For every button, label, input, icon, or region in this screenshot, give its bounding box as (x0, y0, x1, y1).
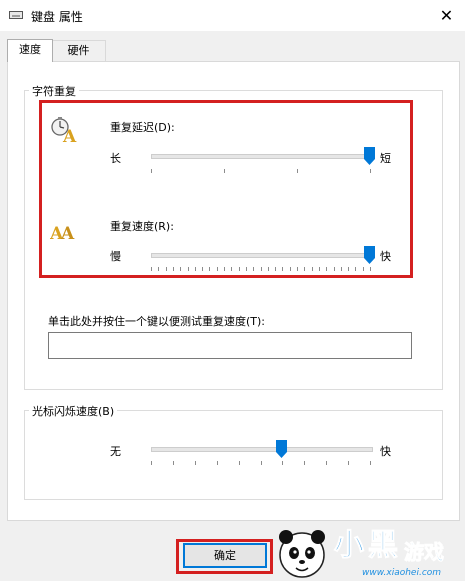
repeat-rate-track (151, 253, 373, 258)
slider-tick (319, 267, 320, 271)
slider-tick (334, 267, 335, 271)
slider-tick (231, 267, 232, 271)
slider-tick (282, 267, 283, 271)
panda-mascot-icon (279, 530, 325, 578)
window-title: 键盘 属性 (31, 10, 83, 24)
slider-tick (268, 267, 269, 271)
repeat-delay-slider[interactable] (363, 147, 375, 165)
slider-tick (202, 267, 203, 271)
slider-tick (195, 267, 196, 271)
repeat-delay-track (151, 154, 373, 159)
title-bar: 键盘 属性 ✕ (0, 0, 465, 31)
char-repeat-group-label: 字符重复 (29, 83, 79, 99)
slider-tick (341, 267, 342, 271)
repeat-delay-icon: A (51, 117, 77, 144)
repeat-delay-min-label: 长 (110, 152, 121, 165)
slider-tick (304, 267, 305, 271)
svg-text:游戏: 游戏 (404, 540, 444, 564)
slider-tick (370, 267, 371, 271)
repeat-delay-max-label: 短 (380, 152, 391, 165)
close-icon: ✕ (439, 6, 454, 25)
slider-tick (297, 267, 298, 271)
slider-tick (348, 267, 349, 271)
site-watermark-logo: 小 黑 游戏 www.xiaohei.com (279, 528, 444, 578)
keyboard-icon (9, 11, 23, 19)
slider-tick (173, 461, 174, 465)
slider-tick (370, 169, 371, 173)
slider-tick (326, 461, 327, 465)
repeat-delay-label: 重复延迟(D): (110, 121, 175, 134)
repeat-rate-ticks (151, 267, 371, 272)
slider-tick (297, 169, 298, 173)
cursor-blink-min-label: 无 (110, 445, 121, 458)
svg-text:黑: 黑 (368, 528, 398, 563)
slider-tick (275, 267, 276, 271)
repeat-rate-slider[interactable] (363, 246, 375, 264)
slider-tick (246, 267, 247, 271)
slider-tick (326, 267, 327, 271)
slider-tick (312, 267, 313, 271)
slider-tick (348, 461, 349, 465)
cursor-blink-track (151, 447, 373, 452)
slider-tick (224, 267, 225, 271)
repeat-test-input[interactable] (48, 332, 412, 359)
tab-hardware[interactable]: 硬件 (51, 40, 106, 61)
slider-tick (261, 461, 262, 465)
slider-tick (363, 267, 364, 271)
svg-text:www.xiaohei.com: www.xiaohei.com (362, 568, 441, 578)
repeat-rate-min-label: 慢 (110, 250, 121, 263)
repeat-rate-label: 重复速度(R): (110, 220, 174, 233)
close-button[interactable]: ✕ (428, 0, 465, 31)
ok-button[interactable]: 确定 (183, 543, 267, 568)
repeat-delay-ticks (151, 169, 371, 174)
slider-tick (217, 461, 218, 465)
slider-tick (217, 267, 218, 271)
slider-tick (370, 461, 371, 465)
slider-tick (166, 267, 167, 271)
cursor-blink-ticks (151, 461, 371, 466)
slider-tick (151, 169, 152, 173)
slider-tick (209, 267, 210, 271)
slider-tick (180, 267, 181, 271)
slider-tick (195, 461, 196, 465)
slider-tick (261, 267, 262, 271)
slider-tick (239, 461, 240, 465)
slider-tick (304, 461, 305, 465)
slider-tick (239, 267, 240, 271)
slider-tick (355, 267, 356, 271)
tab-speed[interactable]: 速度 (7, 39, 53, 62)
slider-tick (224, 169, 225, 173)
cursor-blink-max-label: 快 (380, 445, 391, 458)
highlight-box-repeat (39, 100, 413, 278)
repeat-rate-icon: A A (50, 224, 75, 243)
slider-tick (253, 267, 254, 271)
slider-tick (290, 267, 291, 271)
cursor-blink-group-label: 光标闪烁速度(B) (29, 403, 118, 419)
svg-text:A: A (62, 127, 77, 144)
svg-text:A: A (60, 224, 75, 243)
slider-tick (188, 267, 189, 271)
slider-tick (151, 267, 152, 271)
slider-tick (151, 461, 152, 465)
slider-tick (158, 267, 159, 271)
cursor-blink-slider[interactable] (275, 440, 287, 458)
repeat-test-label: 单击此处并按住一个键以便测试重复速度(T): (48, 315, 266, 328)
repeat-rate-max-label: 快 (380, 250, 391, 263)
slider-tick (173, 267, 174, 271)
slider-tick (282, 461, 283, 465)
svg-text:小: 小 (334, 528, 364, 563)
